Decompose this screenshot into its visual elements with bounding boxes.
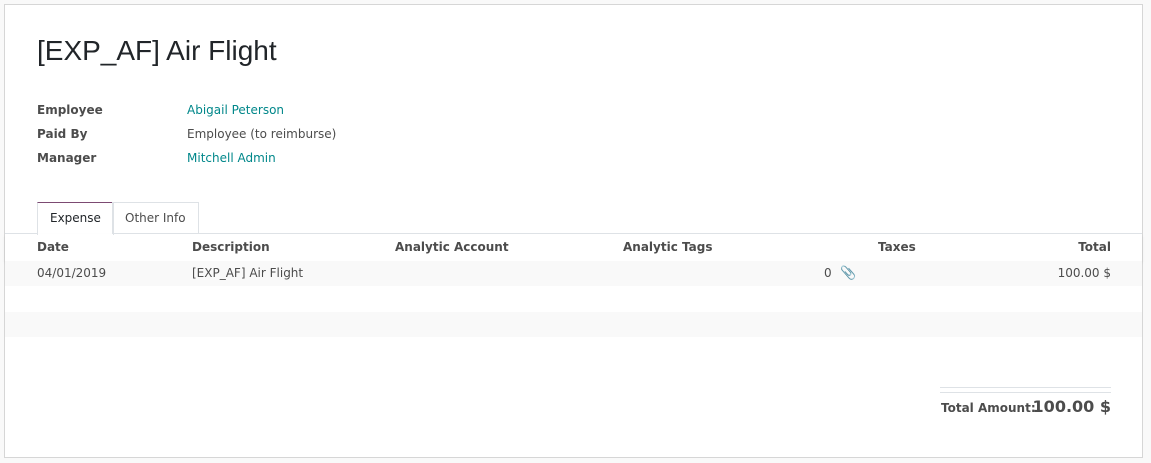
empty-row (5, 286, 1142, 311)
paperclip-icon[interactable]: 📎 (840, 261, 856, 286)
field-label: Manager (37, 151, 97, 165)
col-analytic-account[interactable]: Analytic Account (395, 240, 509, 254)
row-description: [EXP_AF] Air Flight (192, 266, 304, 280)
expense-form-sheet: [EXP_AF] Air Flight Employee Abigail Pet… (4, 4, 1143, 458)
manager-link[interactable]: Mitchell Admin (187, 148, 276, 168)
empty-row (5, 312, 1142, 337)
field-label: Paid By (37, 127, 88, 141)
total-amount-value: 100.00 $ (1032, 397, 1111, 416)
col-analytic-tags[interactable]: Analytic Tags (623, 240, 712, 254)
paid-by-value: Employee (to reimburse) (187, 127, 337, 141)
table-header (5, 234, 1142, 261)
row-date: 04/01/2019 (37, 266, 107, 280)
table-row[interactable]: 04/01/2019 [EXP_AF] Air Flight 0 📎 100.0… (5, 261, 1142, 286)
total-divider (940, 392, 1111, 393)
page-title: [EXP_AF] Air Flight (37, 35, 277, 66)
tab-expense[interactable]: Expense (37, 202, 114, 235)
field-label: Employee (37, 103, 103, 117)
col-description[interactable]: Description (192, 240, 270, 254)
col-date[interactable]: Date (37, 240, 69, 254)
tab-other-info[interactable]: Other Info (112, 202, 199, 234)
row-total: 100.00 $ (1057, 266, 1111, 280)
col-taxes[interactable]: Taxes (878, 240, 916, 254)
col-total[interactable]: Total (1078, 240, 1111, 254)
total-divider (940, 387, 1111, 388)
total-amount-label: Total Amount: (941, 401, 1036, 415)
row-attachment-count: 0 (824, 266, 832, 280)
employee-link[interactable]: Abigail Peterson (187, 100, 284, 120)
